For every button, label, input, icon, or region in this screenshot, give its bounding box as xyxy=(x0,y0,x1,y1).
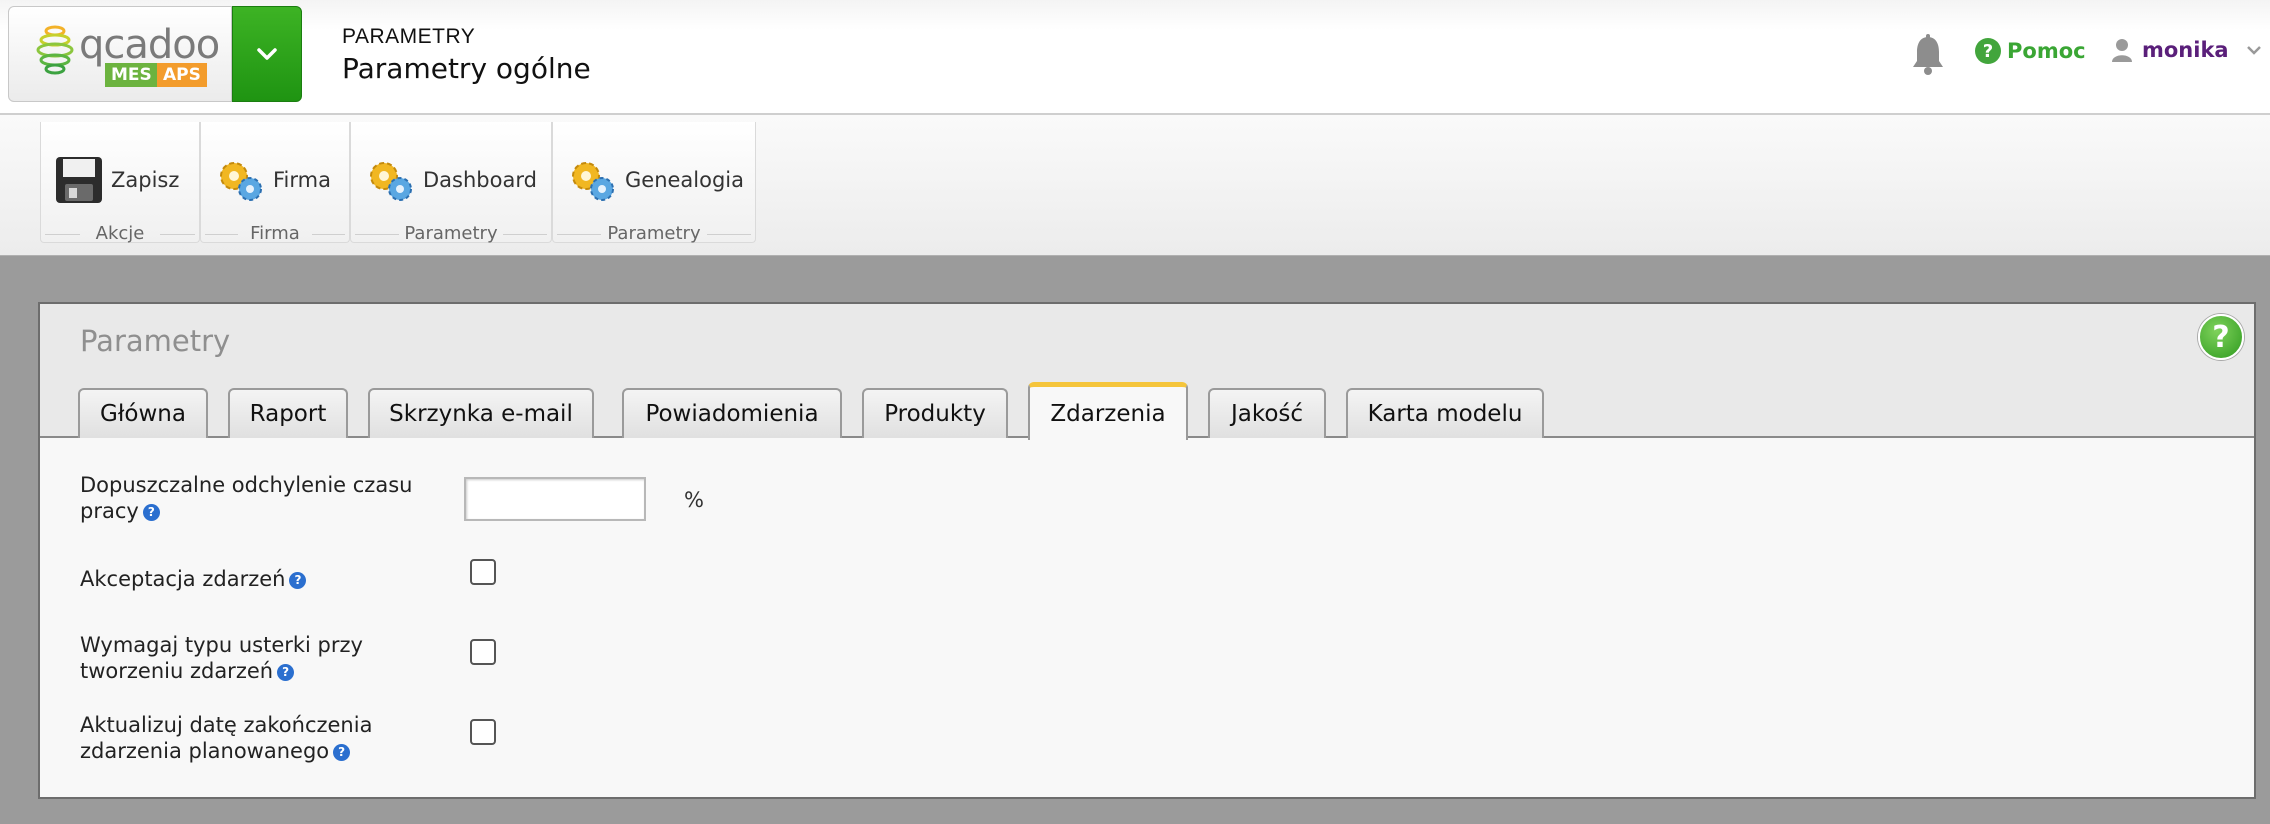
bell-icon[interactable] xyxy=(1910,34,1946,76)
help-icon: ? xyxy=(1975,38,2001,64)
top-header: qcadoo MES APS PARAMETRY Parametry ogóln… xyxy=(0,0,2270,115)
save-icon xyxy=(56,157,102,203)
tab-produkty[interactable]: Produkty xyxy=(862,388,1008,438)
info-icon[interactable]: ? xyxy=(277,664,295,681)
genealogy-label: Genealogia xyxy=(625,168,745,192)
gears-icon xyxy=(572,162,614,201)
accept-label: Akceptacja zdarzeń? xyxy=(80,566,307,592)
ribbon-group-genealogy: Genealogia Parametry xyxy=(552,122,756,244)
ribbon-group-actions: Zapisz Akcje xyxy=(40,122,200,244)
gears-icon xyxy=(370,162,412,201)
deviation-label: Dopuszczalne odchylenie czasu pracy? xyxy=(80,472,412,524)
main-menu-button[interactable] xyxy=(232,6,302,102)
deviation-label-line1: Dopuszczalne odchylenie czasu xyxy=(80,473,413,497)
gears-icon xyxy=(220,162,262,201)
ribbon-caption-genealogy: Parametry xyxy=(553,223,755,244)
panel-header: Parametry ? Główna Raport Skrzynka e-mai… xyxy=(40,304,2254,440)
logo-icon xyxy=(36,25,74,75)
genealogy-button[interactable]: Genealogia xyxy=(553,152,744,208)
save-button[interactable]: Zapisz xyxy=(41,152,179,208)
parameters-panel: Parametry ? Główna Raport Skrzynka e-mai… xyxy=(38,302,2256,799)
dashboard-label: Dashboard xyxy=(423,168,537,192)
logo-text: qcadoo xyxy=(79,22,220,68)
user-caret-icon[interactable] xyxy=(2246,44,2262,56)
update-end-date-checkbox[interactable] xyxy=(470,719,496,745)
save-label: Zapisz xyxy=(111,168,180,192)
tab-jakosc[interactable]: Jakość xyxy=(1208,388,1326,438)
require-label-line2: tworzeniu zdarzeń xyxy=(80,659,274,683)
user-icon xyxy=(2112,39,2132,62)
require-label: Wymagaj typu usterki przy tworzeniu zdar… xyxy=(80,632,363,684)
ribbon-group-dashboard: Dashboard Parametry xyxy=(350,122,552,244)
update-label-line1: Aktualizuj datę zakończenia xyxy=(80,713,373,737)
percent-unit: % xyxy=(684,488,704,512)
tab-powiadomienia[interactable]: Powiadomienia xyxy=(622,388,842,438)
ribbon-caption-actions: Akcje xyxy=(41,223,199,244)
tab-zdarzenia[interactable]: Zdarzenia xyxy=(1028,382,1188,440)
accept-events-checkbox[interactable] xyxy=(470,559,496,585)
tab-skrzynka-email[interactable]: Skrzynka e-mail xyxy=(368,388,594,438)
help-label: Pomoc xyxy=(2007,39,2086,63)
mes-badge: MES xyxy=(105,63,158,87)
dashboard-button[interactable]: Dashboard xyxy=(351,152,537,208)
deviation-input[interactable] xyxy=(464,477,646,521)
accept-label-text: Akceptacja zdarzeń xyxy=(80,567,286,591)
tab-raport[interactable]: Raport xyxy=(228,388,348,438)
info-icon[interactable]: ? xyxy=(333,744,351,761)
page-title: Parametry ogólne xyxy=(342,52,591,85)
user-name: monika xyxy=(2142,38,2229,62)
tab-karta-modelu[interactable]: Karta modelu xyxy=(1346,388,1544,438)
ribbon-toolbar: Zapisz Akcje Firma Firma Dashboard Param… xyxy=(0,115,2270,256)
panel-title: Parametry xyxy=(80,324,231,358)
require-label-line1: Wymagaj typu usterki przy xyxy=(80,633,363,657)
company-label: Firma xyxy=(273,168,331,192)
ribbon-caption-dashboard: Parametry xyxy=(351,223,551,244)
user-menu[interactable]: monika xyxy=(2112,38,2229,62)
aps-badge: APS xyxy=(157,63,207,87)
page-section-label: PARAMETRY xyxy=(342,25,476,48)
tab-glowna[interactable]: Główna xyxy=(78,388,208,438)
ribbon-caption-company: Firma xyxy=(201,223,349,244)
require-fault-type-checkbox[interactable] xyxy=(470,639,496,665)
deviation-label-line2: pracy xyxy=(80,499,139,523)
help-link[interactable]: ? Pomoc xyxy=(1975,38,2086,64)
update-label-line2: zdarzenia planowanego xyxy=(80,739,330,763)
info-icon[interactable]: ? xyxy=(142,504,160,521)
info-icon[interactable]: ? xyxy=(289,572,307,589)
logo[interactable]: qcadoo MES APS xyxy=(8,6,232,102)
chevron-down-icon xyxy=(257,48,277,60)
company-button[interactable]: Firma xyxy=(201,152,331,208)
ribbon-group-company: Firma Firma xyxy=(200,122,350,244)
panel-help-icon[interactable]: ? xyxy=(2198,314,2244,360)
update-label: Aktualizuj datę zakończenia zdarzenia pl… xyxy=(80,712,372,764)
